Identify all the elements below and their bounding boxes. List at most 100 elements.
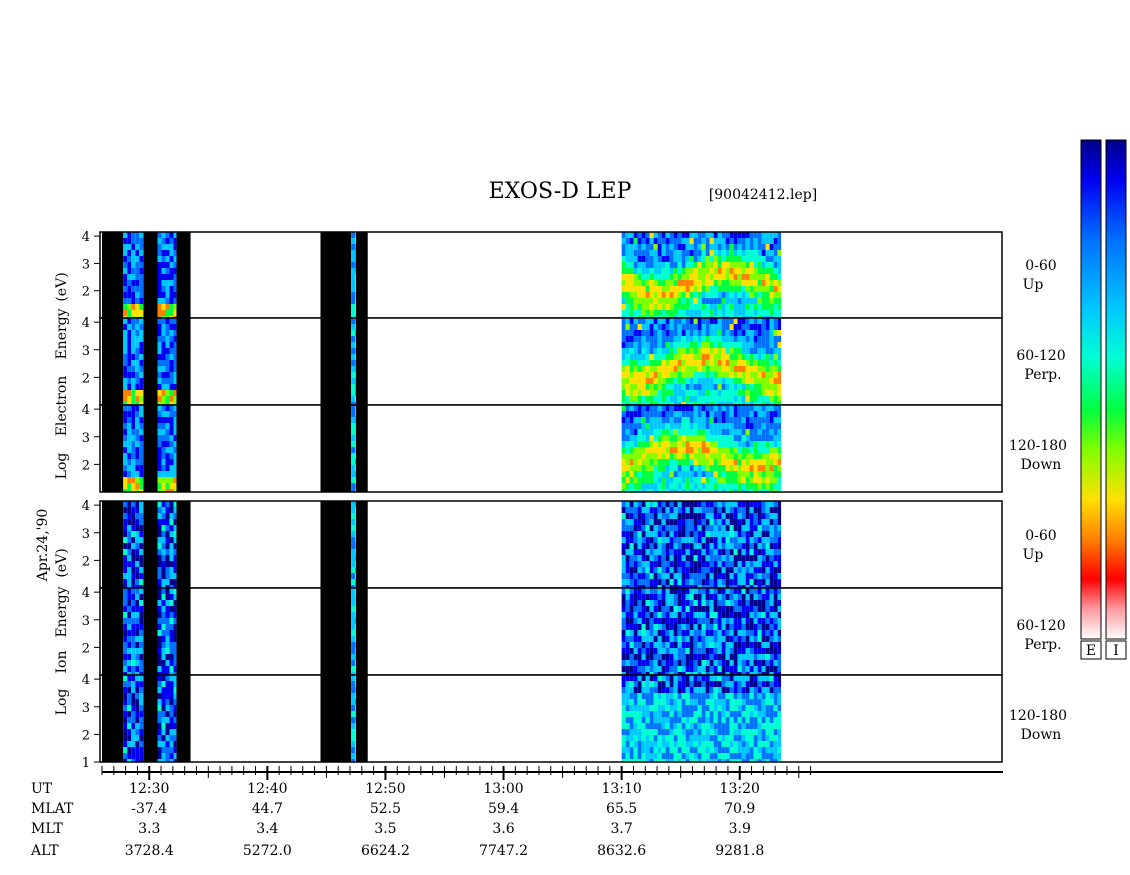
spectrogram-cell	[645, 606, 650, 612]
spectrogram-cell	[169, 741, 174, 747]
spectrogram-cell	[681, 600, 686, 606]
spectrogram-cell	[741, 378, 746, 384]
spectrogram-cell	[135, 666, 140, 672]
spectrogram-cell	[169, 624, 174, 630]
spectrogram-cell	[761, 618, 766, 624]
spectrogram-cell	[777, 348, 782, 354]
spectrogram-cell	[709, 244, 714, 250]
spectrogram-cell	[351, 372, 356, 378]
spectrogram-cell	[665, 699, 670, 705]
spectrogram-cell	[777, 666, 782, 672]
spectrogram-cell	[725, 705, 730, 711]
spectrogram-cell	[637, 292, 642, 298]
spectrogram-cell	[139, 567, 144, 573]
spectrogram-cell	[713, 411, 718, 417]
ephemeris-value: 3.4	[256, 821, 278, 837]
spectrogram-cell	[123, 423, 128, 429]
spectrogram-cell	[641, 612, 646, 618]
spectrogram-cell	[777, 238, 782, 244]
spectrogram-cell	[653, 441, 658, 447]
spectrogram-cell	[165, 687, 170, 693]
spectrogram-cell	[633, 600, 638, 606]
spectrogram-cell	[169, 342, 174, 348]
spectrogram-cell	[161, 513, 166, 519]
spectrogram-cell	[633, 411, 638, 417]
spectrogram-cell	[625, 372, 630, 378]
spectrogram-cell	[741, 693, 746, 699]
colorbar-electron: E	[1080, 139, 1102, 660]
spectrogram-cell	[355, 244, 356, 250]
spectrogram-cell	[621, 630, 626, 636]
spectrogram-cell	[777, 648, 782, 654]
spectrogram-cell	[653, 286, 658, 292]
spectrogram-cell	[689, 292, 694, 298]
spectrogram-cell	[645, 447, 650, 453]
spectrogram-cell	[169, 441, 174, 447]
spectrogram-cell	[741, 594, 746, 600]
spectrogram-cell	[685, 741, 690, 747]
spectrogram-cell	[721, 666, 726, 672]
spectrogram-cell	[661, 348, 666, 354]
spectrogram-cell	[681, 606, 686, 612]
spectrogram-cell	[157, 636, 162, 642]
spectrogram-cell	[633, 549, 638, 555]
spectrogram-cell	[737, 483, 742, 489]
spectrogram-cell	[689, 660, 694, 666]
spectrogram-cell	[709, 537, 714, 543]
spectrogram-cell	[681, 561, 686, 567]
spectrogram-cell	[355, 390, 356, 396]
spectrogram-cell	[709, 390, 714, 396]
spectrogram-cell	[641, 606, 646, 612]
spectrogram-cell	[165, 384, 170, 390]
spectrogram-cell	[737, 336, 742, 342]
spectrogram-cell	[649, 513, 654, 519]
spectrogram-cell	[773, 753, 778, 759]
spectrogram-cell	[169, 318, 174, 324]
spectrogram-cell	[157, 342, 162, 348]
spectrogram-cell	[355, 594, 356, 600]
spectrogram-cell	[689, 717, 694, 723]
spectrogram-cell	[123, 531, 128, 537]
spectrogram-cell	[769, 429, 774, 435]
spectrogram-cell	[681, 360, 686, 366]
spectrogram-cell	[701, 519, 706, 525]
spectrogram-cell	[709, 723, 714, 729]
spectrogram-cell	[677, 741, 682, 747]
spectrogram-cell	[709, 324, 714, 330]
spectrogram-cell	[657, 286, 662, 292]
spectrogram-cell	[681, 594, 686, 600]
spectrogram-cell	[165, 543, 170, 549]
spectrogram-cell	[725, 378, 730, 384]
spectrogram-cell	[161, 705, 166, 711]
spectrogram-cell	[355, 378, 356, 384]
spectrogram-cell	[131, 453, 136, 459]
spectrogram-cell	[681, 477, 686, 483]
spectrogram-cell	[625, 501, 630, 507]
spectrogram-cell	[741, 681, 746, 687]
spectrogram-cell	[673, 660, 678, 666]
spectrogram-cell	[701, 429, 706, 435]
spectrogram-cell	[709, 304, 714, 310]
spectrogram-cell	[661, 699, 666, 705]
spectrogram-cell	[753, 244, 758, 250]
spectrogram-cell	[693, 232, 698, 238]
spectrogram-cell	[657, 717, 662, 723]
spectrogram-cell	[139, 555, 144, 561]
spectrogram-cell	[649, 384, 654, 390]
spectrogram-cell	[645, 360, 650, 366]
spectrogram-cell	[625, 531, 630, 537]
spectrogram-cell	[733, 250, 738, 256]
spectrogram-cell	[135, 435, 140, 441]
spectrogram-cell	[741, 711, 746, 717]
time-axis	[101, 766, 1003, 780]
spectrogram-cell	[351, 753, 356, 759]
spectrogram-cell	[753, 360, 758, 366]
spectrogram-cell	[169, 417, 174, 423]
spectrogram-cell	[645, 286, 650, 292]
spectrogram-cell	[669, 423, 674, 429]
spectrogram-cell	[681, 675, 686, 681]
spectrogram-cell	[745, 747, 750, 753]
spectrogram-cell	[673, 435, 678, 441]
spectrogram-cell	[729, 543, 734, 549]
spectrogram-cell	[161, 304, 166, 310]
